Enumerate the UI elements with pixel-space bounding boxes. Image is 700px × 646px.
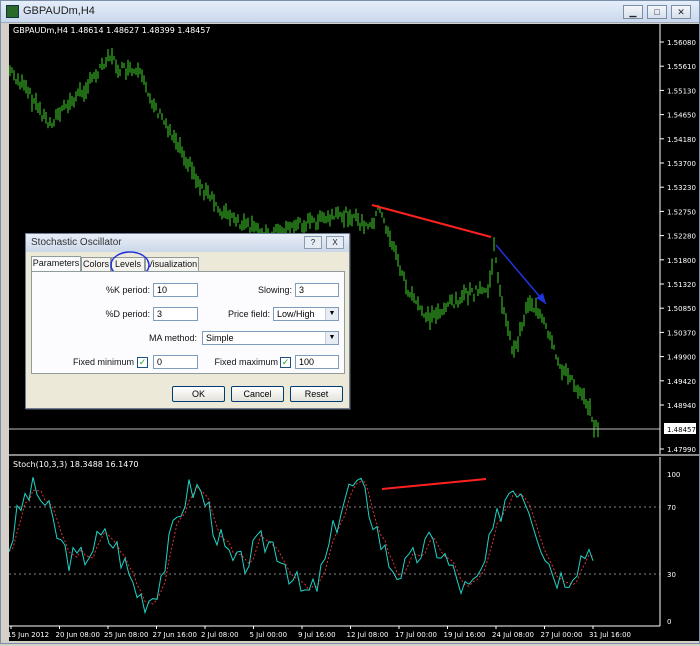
price-tick-label: 1.54180	[667, 136, 696, 144]
ok-button[interactable]: OK	[172, 386, 225, 402]
time-tick-label: 25 Jun 08:00	[104, 631, 148, 639]
dialog-close-icon[interactable]: X	[326, 236, 344, 249]
time-tick-label: 5 Jul 00:00	[250, 631, 288, 639]
fixed-minimum-checkbox[interactable]: ✓	[137, 357, 148, 368]
price-tick-label: 1.53230	[667, 184, 696, 192]
ma-method-label: MA method:	[148, 333, 197, 343]
fixed-maximum-label: Fixed maximum	[214, 357, 278, 367]
blue-arrow-line[interactable]	[495, 244, 547, 305]
osc-tick-100: 100	[667, 471, 680, 479]
price-tick-label: 1.52280	[667, 233, 696, 241]
time-tick-label: 20 Jun 08:00	[56, 631, 100, 639]
dialog-title: Stochastic Oscillator	[31, 237, 122, 248]
d-period-field[interactable]: 3	[153, 307, 198, 321]
price-tick-label: 1.52750	[667, 208, 696, 216]
chevron-down-icon[interactable]: ▼	[325, 332, 338, 344]
k-period-field[interactable]: 10	[153, 283, 198, 297]
fixed-minimum-label: Fixed minimum	[72, 357, 134, 367]
chart-header: GBPAUDm,H4 1.48614 1.48627 1.48399 1.484…	[13, 26, 210, 35]
slowing-field[interactable]: 3	[295, 283, 339, 297]
tab-parameters[interactable]: Parameters	[31, 256, 81, 271]
minimize-icon[interactable]: ▁	[623, 5, 643, 19]
osc-tick-30: 30	[667, 571, 676, 579]
trend-line-red-osc[interactable]	[381, 478, 487, 490]
close-icon[interactable]: ✕	[671, 5, 691, 19]
indicator-header: Stoch(10,3,3) 18.3488 16.1470	[13, 460, 139, 469]
tab-colors[interactable]: Colors	[81, 257, 111, 271]
price-tick-label: 1.49420	[667, 378, 696, 386]
time-axis: 15 Jun 2012 20 Jun 08:00 25 Jun 08:00 27 Ju…	[7, 626, 631, 639]
reset-button[interactable]: Reset	[290, 386, 343, 402]
window-title: GBPAUDm,H4	[23, 5, 95, 17]
price-tick-label: 1.55130	[667, 87, 696, 95]
price-tick-label: 1.56080	[667, 39, 696, 47]
help-icon[interactable]: ?	[304, 236, 322, 249]
fixed-minimum-field[interactable]: 0	[153, 355, 198, 369]
chart-window-icon	[6, 5, 19, 18]
price-tick-label: 1.50370	[667, 329, 696, 337]
price-tick-label: 1.51800	[667, 257, 696, 265]
price-field-value: Low/High	[277, 309, 315, 319]
time-tick-label: 17 Jul 00:00	[395, 631, 437, 639]
price-tick-label: 1.49900	[667, 354, 696, 362]
time-tick-label: 19 Jul 16:00	[444, 631, 486, 639]
price-tick-label: 1.48940	[667, 402, 696, 410]
price-tick-label: 1.51320	[667, 281, 696, 289]
current-price-label: 1.48457	[667, 426, 696, 434]
cancel-button[interactable]: Cancel	[231, 386, 284, 402]
price-tick-label: 1.47990	[667, 446, 696, 454]
price-tick-label: 1.54650	[667, 112, 696, 120]
time-tick-label: 12 Jul 08:00	[347, 631, 389, 639]
osc-tick-70: 70	[667, 504, 676, 512]
price-axis: 1.56080 1.55610 1.55130 1.54650 1.54180 1.537…	[660, 39, 696, 454]
ma-method-select[interactable]: Simple ▼	[202, 331, 339, 345]
time-tick-label: 9 Jul 16:00	[298, 631, 336, 639]
d-period-label: %D period:	[105, 309, 150, 319]
ma-method-value: Simple	[206, 333, 234, 343]
fixed-maximum-checkbox[interactable]: ✓	[280, 357, 291, 368]
stochastic-dialog: Stochastic Oscillator ? X Parameters Col…	[25, 233, 350, 409]
k-period-label: %K period:	[105, 285, 150, 295]
price-field-label: Price field:	[227, 309, 270, 319]
price-tick-label: 1.53700	[667, 160, 696, 168]
parameters-panel: %K period: 10 Slowing: 3 %D period: 3 Pr…	[31, 271, 345, 374]
time-tick-label: 2 Jul 08:00	[201, 631, 239, 639]
dialog-titlebar[interactable]: Stochastic Oscillator ? X	[26, 234, 349, 252]
time-tick-label: 31 Jul 16:00	[589, 631, 631, 639]
price-tick-label: 1.50850	[667, 305, 696, 313]
time-tick-label: 24 Jul 08:00	[492, 631, 534, 639]
time-tick-label: 15 Jun 2012	[9, 631, 49, 639]
stochastic-lines	[8, 477, 594, 615]
price-tick-label: 1.55610	[667, 63, 696, 71]
slowing-label: Slowing:	[257, 285, 292, 295]
stoch-main-line	[8, 477, 594, 615]
maximize-icon[interactable]: □	[647, 5, 667, 19]
chevron-down-icon[interactable]: ▼	[325, 308, 338, 320]
price-field-select[interactable]: Low/High ▼	[273, 307, 339, 321]
terminal-window: GBPAUDm,H4 ▁ □ ✕ GBPAUDm,H4 1.48614 1.48…	[0, 0, 700, 644]
window-titlebar[interactable]: GBPAUDm,H4 ▁ □ ✕	[1, 1, 699, 23]
fixed-maximum-field[interactable]: 100	[295, 355, 339, 369]
time-tick-label: 27 Jun 16:00	[153, 631, 197, 639]
time-tick-label: 27 Jul 00:00	[541, 631, 583, 639]
osc-tick-0: 0	[667, 618, 671, 626]
tab-visualization[interactable]: Visualization	[145, 257, 199, 271]
